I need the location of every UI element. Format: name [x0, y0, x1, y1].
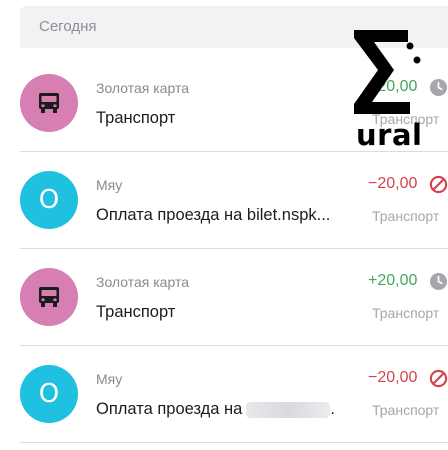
transaction-title-suffix: . [330, 400, 335, 418]
redacted-text [246, 401, 331, 418]
transaction-row[interactable]: О Мяу Оплата проезда на. −20,00 Транспор… [0, 345, 448, 442]
avatar: О [20, 171, 78, 229]
transaction-title-text: Оплата проезда на [96, 400, 243, 418]
bus-icon [20, 74, 78, 132]
watermark-logo: ural [350, 26, 430, 152]
transaction-amount: −20,00 [368, 175, 418, 192]
transaction-category: Транспорт [372, 208, 440, 224]
avatar-letter: О [38, 185, 60, 215]
watermark-text: ural [356, 118, 423, 152]
transaction-source: Мяу [96, 177, 123, 193]
cancel-icon [429, 175, 448, 194]
divider [20, 442, 448, 443]
section-header-label: Сегодня [39, 18, 97, 35]
transaction-row[interactable]: О Мяу Оплата проезда на bilet.nspk... −2… [0, 151, 448, 248]
transaction-source: Мяу [96, 371, 123, 387]
transaction-title: Оплата проезда на bilet.nspk... [96, 206, 331, 224]
transaction-amount: −20,00 [368, 369, 418, 386]
transaction-row[interactable]: Золотая карта Транспорт +20,00 Транспорт [0, 248, 448, 345]
avatar-letter: О [38, 379, 60, 409]
transaction-source: Золотая карта [96, 80, 189, 96]
transaction-title: Транспорт [96, 109, 176, 127]
sigma-logo-icon [354, 30, 421, 114]
avatar: О [20, 365, 78, 423]
bus-icon [20, 268, 78, 326]
transaction-category: Транспорт [372, 305, 440, 321]
transaction-title: Транспорт [96, 303, 176, 321]
transaction-title: Оплата проезда на. [96, 400, 335, 419]
cancel-icon [429, 369, 448, 388]
transaction-amount: +20,00 [368, 272, 418, 289]
clock-icon [429, 272, 448, 291]
transaction-source: Золотая карта [96, 274, 189, 290]
clock-icon [429, 78, 448, 97]
transaction-category: Транспорт [372, 402, 440, 418]
